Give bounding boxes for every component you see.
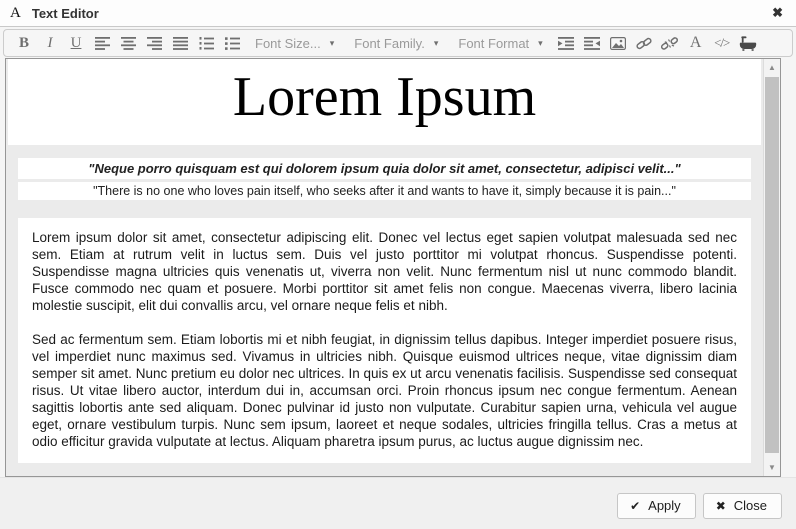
unlink-button[interactable] (657, 31, 683, 55)
justify-icon (173, 37, 188, 50)
ordered-list-button[interactable] (193, 31, 219, 55)
editor-content-area: Lorem Ipsum "Neque porro quisquam est qu… (5, 58, 781, 477)
font-format-dropdown[interactable]: Font Format ▾ (458, 36, 542, 51)
font-family-label: Font Family. (354, 36, 425, 51)
align-right-button[interactable] (141, 31, 167, 55)
dialog-footer: ✔ Apply ✖ Close (0, 477, 796, 529)
document-heading: Lorem Ipsum (8, 67, 761, 129)
bold-button[interactable]: B (11, 31, 37, 55)
text-editor-icon: A (10, 6, 21, 21)
apply-button[interactable]: ✔ Apply (617, 493, 696, 519)
scrollbar-thumb[interactable] (765, 77, 779, 453)
close-x-icon: ✖ (716, 499, 726, 513)
indent-button[interactable] (553, 31, 579, 55)
link-button[interactable] (631, 31, 657, 55)
dropdown-caret-icon: ▾ (330, 38, 335, 49)
font-family-dropdown[interactable]: Font Family. ▾ (354, 36, 438, 51)
align-center-button[interactable] (115, 31, 141, 55)
align-left-button[interactable] (89, 31, 115, 55)
image-icon (610, 37, 626, 50)
dropdown-caret-icon: ▾ (434, 38, 439, 49)
underline-button[interactable]: U (63, 31, 89, 55)
close-button-label: Close (734, 498, 767, 513)
apply-button-label: Apply (648, 498, 681, 513)
unordered-list-icon (225, 37, 240, 50)
font-size-label: Font Size... (255, 36, 321, 51)
font-format-label: Font Format (458, 36, 529, 51)
link-icon (636, 36, 652, 51)
unlink-icon (661, 36, 678, 51)
align-left-icon (95, 37, 110, 50)
align-right-icon (147, 37, 162, 50)
clean-formatting-button[interactable] (735, 31, 761, 55)
editor-toolbar: B I U Font Size... ▾ Font Family. ▾ Font… (3, 29, 793, 57)
apply-check-icon: ✔ (630, 499, 640, 513)
scroll-up-icon[interactable]: ▲ (764, 59, 780, 76)
source-code-button[interactable]: </> (709, 31, 735, 55)
outdent-icon (584, 37, 600, 50)
paragraph: Lorem ipsum dolor sit amet, consectetur … (32, 229, 737, 314)
italic-button[interactable]: I (37, 31, 63, 55)
bathtub-icon (739, 36, 757, 51)
ordered-list-icon (199, 37, 214, 50)
dialog-titlebar: A Text Editor ✖ (0, 0, 796, 27)
footer-buttons: ✔ Apply ✖ Close (617, 493, 782, 519)
latin-quote: "Neque porro quisquam est qui dolorem ip… (18, 158, 751, 179)
editor-canvas[interactable]: Lorem Ipsum "Neque porro quisquam est qu… (6, 59, 763, 476)
dialog-title: Text Editor (32, 6, 99, 21)
font-size-dropdown[interactable]: Font Size... ▾ (255, 36, 334, 51)
paragraph: Sed ac fermentum sem. Etiam lobortis mi … (32, 331, 737, 450)
body-text-block: Lorem ipsum dolor sit amet, consectetur … (18, 218, 751, 463)
font-color-button[interactable]: A (683, 31, 709, 55)
scroll-down-icon[interactable]: ▼ (764, 459, 780, 476)
heading-block: Lorem Ipsum (8, 59, 761, 145)
translation-quote: "There is no one who loves pain itself, … (18, 182, 751, 200)
vertical-scrollbar[interactable]: ▲ ▼ (763, 59, 780, 476)
justify-button[interactable] (167, 31, 193, 55)
align-center-icon (121, 37, 136, 50)
close-button[interactable]: ✖ Close (703, 493, 782, 519)
insert-image-button[interactable] (605, 31, 631, 55)
close-icon[interactable]: ✖ (769, 5, 786, 21)
indent-icon (558, 37, 574, 50)
unordered-list-button[interactable] (219, 31, 245, 55)
dropdown-caret-icon: ▾ (538, 38, 543, 49)
outdent-button[interactable] (579, 31, 605, 55)
